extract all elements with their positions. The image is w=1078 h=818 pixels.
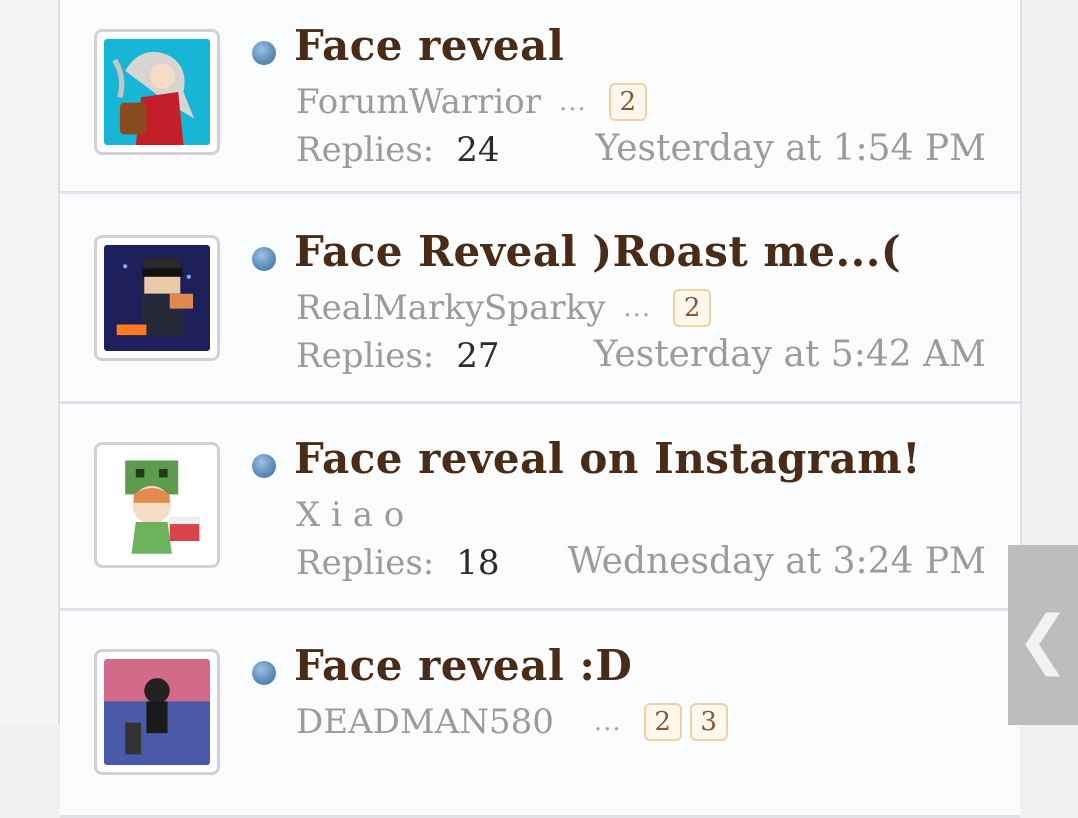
avatar-image — [104, 659, 210, 765]
page-link[interactable]: 2 — [673, 289, 712, 327]
unread-status-icon — [252, 247, 276, 271]
thread-item[interactable]: Face reveal ForumWarrior ... 2 Replies: … — [60, 0, 1020, 194]
last-post-date[interactable]: Yesterday at 5:42 AM — [594, 334, 986, 375]
avatar-image — [104, 39, 210, 145]
avatar[interactable] — [94, 235, 220, 361]
replies-stat: Replies: 27 — [296, 336, 500, 376]
page-ellipsis: ... — [623, 293, 652, 323]
page-link[interactable]: 2 — [643, 703, 682, 741]
replies-label: Replies: — [296, 130, 435, 170]
last-post-date[interactable]: Yesterday at 1:54 PM — [596, 128, 986, 169]
thread-item[interactable]: Face reveal on Instagram! X i a o Replie… — [60, 404, 1020, 611]
last-post-date[interactable]: Wednesday at 3:24 PM — [568, 541, 986, 582]
avatar[interactable] — [94, 442, 220, 568]
replies-label: Replies: — [296, 336, 435, 376]
thread-meta: RealMarkySparky ... 2 — [296, 288, 712, 328]
unread-status-icon — [252, 661, 276, 685]
page-link[interactable]: 3 — [689, 703, 728, 741]
page-margin-left — [0, 0, 58, 725]
thread-meta: X i a o — [296, 495, 404, 535]
author-link[interactable]: DEADMAN580 — [296, 702, 554, 742]
unread-status-icon — [252, 454, 276, 478]
replies-count: 18 — [456, 543, 500, 583]
chevron-left-icon: ❮ — [1016, 603, 1070, 677]
thread-title[interactable]: Face reveal — [294, 21, 564, 70]
replies-label: Replies: — [296, 543, 435, 583]
replies-stat: Replies: 18 — [296, 543, 500, 583]
thread-meta: ForumWarrior ... 2 — [296, 82, 647, 122]
replies-stat: Replies: 24 — [296, 130, 500, 170]
author-link[interactable]: ForumWarrior — [296, 82, 541, 122]
page-link[interactable]: 2 — [608, 83, 647, 121]
thread-list: Face reveal ForumWarrior ... 2 Replies: … — [58, 0, 1022, 818]
replies-count: 24 — [456, 130, 500, 170]
thread-meta: DEADMAN580 ... 2 3 — [296, 702, 728, 742]
avatar-image — [104, 452, 210, 558]
page-ellipsis: ... — [593, 707, 622, 737]
page-ellipsis: ... — [558, 87, 587, 117]
author-link[interactable]: RealMarkySparky — [296, 288, 605, 328]
avatar-image — [104, 245, 210, 351]
avatar[interactable] — [94, 29, 220, 155]
thread-item[interactable]: Face reveal :D DEADMAN580 ... 2 3 — [60, 611, 1020, 818]
collapse-sidebar-tab[interactable]: ❮ — [1008, 545, 1078, 725]
unread-status-icon — [252, 41, 276, 65]
thread-title[interactable]: Face Reveal )Roast me...( — [294, 227, 901, 276]
author-link[interactable]: X i a o — [296, 495, 404, 535]
thread-title[interactable]: Face reveal :D — [294, 641, 632, 690]
replies-count: 27 — [456, 336, 500, 376]
avatar[interactable] — [94, 649, 220, 775]
thread-item[interactable]: Face Reveal )Roast me...( RealMarkySpark… — [60, 197, 1020, 404]
thread-title[interactable]: Face reveal on Instagram! — [294, 434, 921, 483]
